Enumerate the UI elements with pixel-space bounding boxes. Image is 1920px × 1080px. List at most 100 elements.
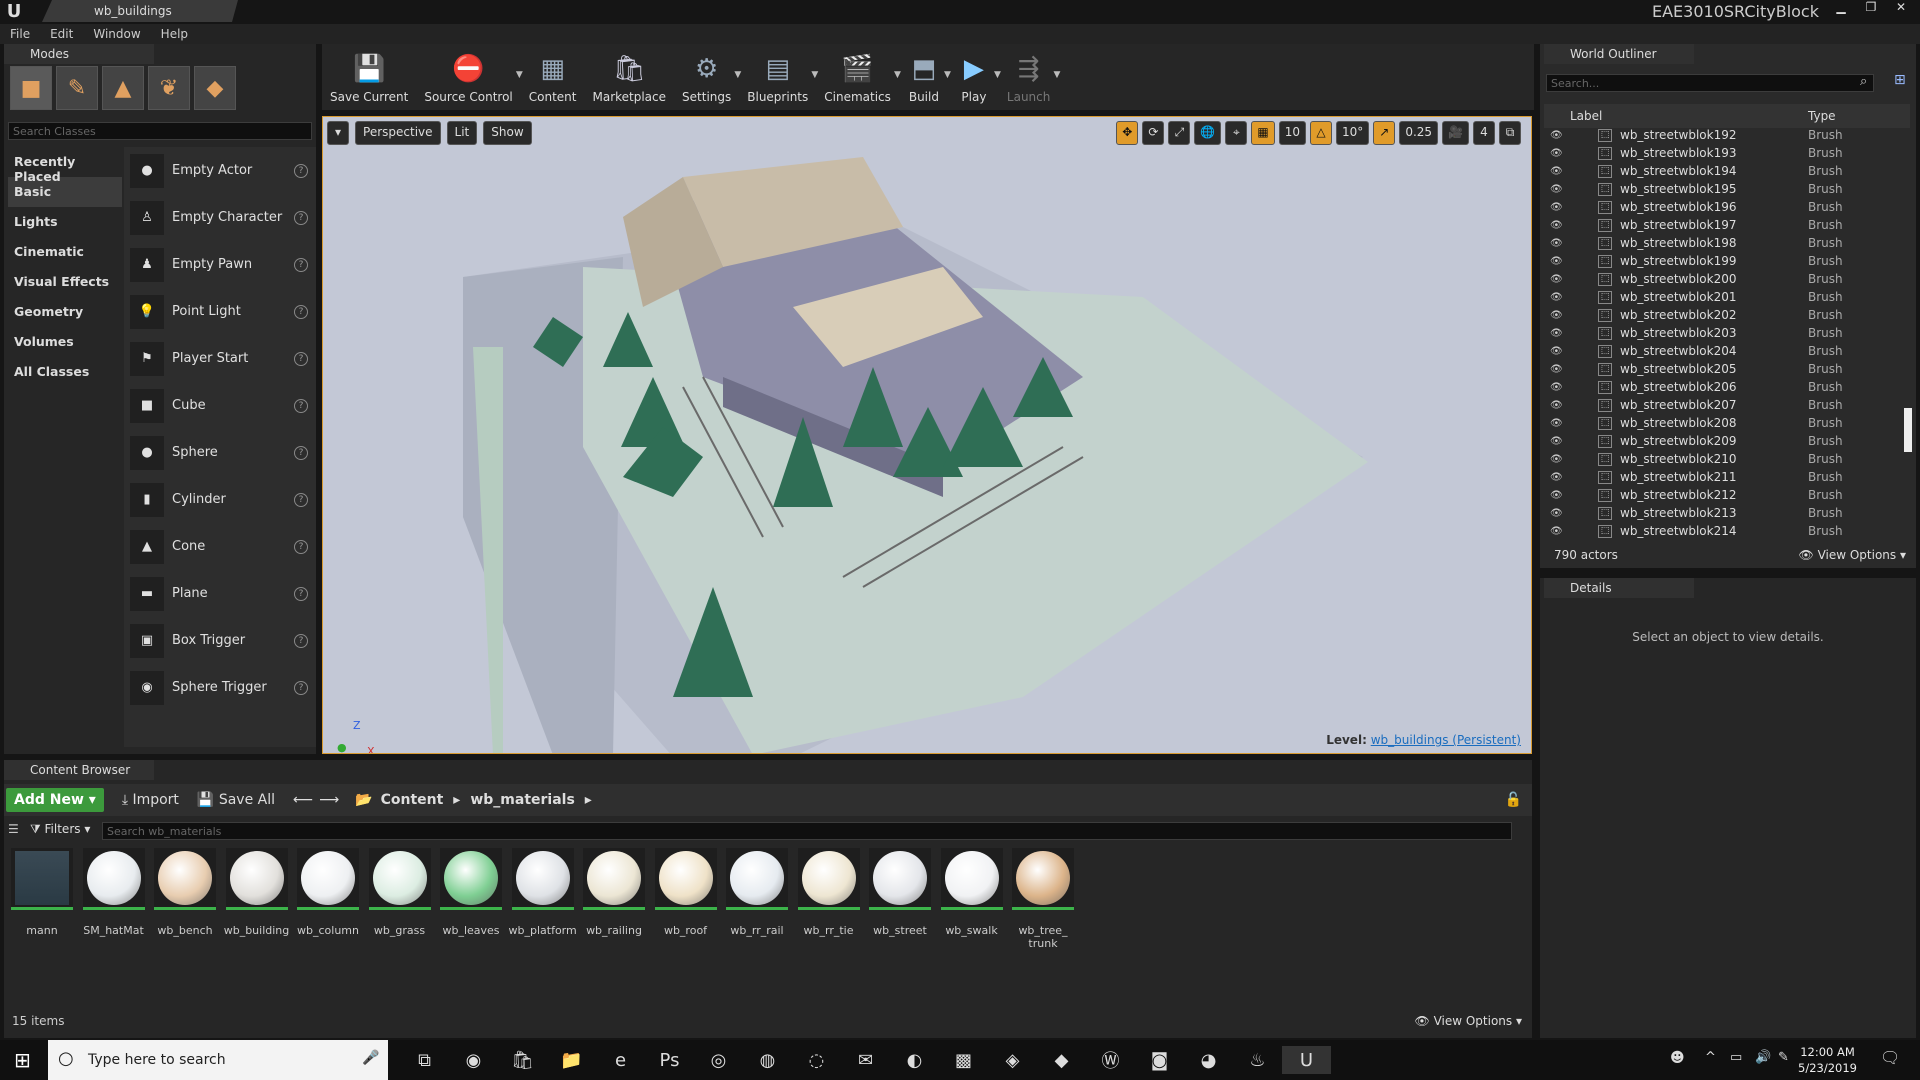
app-icon[interactable]: ◆ — [1037, 1046, 1086, 1074]
visibility-eye-icon[interactable]: 👁 — [1550, 400, 1564, 411]
cinematics-button[interactable]: 🎬 Cinematics ▼ — [816, 44, 901, 110]
scale-snap-icon[interactable]: ↗ — [1373, 121, 1396, 145]
app-icon[interactable]: ◌ — [792, 1046, 841, 1074]
back-icon[interactable]: ⟵ — [293, 792, 313, 808]
app-icon[interactable]: ◙ — [1135, 1046, 1184, 1074]
visibility-eye-icon[interactable]: 👁 — [1550, 130, 1564, 141]
menu-help[interactable]: Help — [161, 24, 188, 44]
pen-icon[interactable]: ✎ — [1778, 1050, 1789, 1065]
category-lights[interactable]: Lights — [8, 207, 122, 237]
asset-tile[interactable]: mann — [8, 848, 76, 937]
visibility-eye-icon[interactable]: 👁 — [1550, 436, 1564, 447]
visibility-eye-icon[interactable]: 👁 — [1550, 346, 1564, 357]
asset-search-input[interactable]: Search wb_materials — [102, 822, 1512, 840]
settings-button[interactable]: ⚙ Settings ▼ — [674, 44, 741, 110]
actor-item[interactable]: ● Empty Actor? — [124, 147, 316, 194]
help-icon[interactable]: ? — [294, 257, 308, 272]
outliner-row[interactable]: 👁 ⬚ wb_streetwblok193 Brush — [1540, 144, 1910, 162]
details-tab[interactable]: Details — [1544, 578, 1694, 598]
tray-chevron-icon[interactable]: ^ — [1705, 1050, 1716, 1065]
obs-icon[interactable]: ◎ — [694, 1046, 743, 1074]
visibility-eye-icon[interactable]: 👁 — [1550, 382, 1564, 393]
play-button[interactable]: ▶ Play ▼ — [949, 44, 1001, 110]
outliner-row[interactable]: 👁 ⬚ wb_streetwblok199 Brush — [1540, 252, 1910, 270]
help-icon[interactable]: ? — [294, 539, 308, 554]
rotate-mode-icon[interactable]: ⟳ — [1142, 121, 1165, 145]
outliner-row[interactable]: 👁 ⬚ wb_streetwblok203 Brush — [1540, 324, 1910, 342]
outliner-row[interactable]: 👁 ⬚ wb_streetwblok211 Brush — [1540, 468, 1910, 486]
asset-tile[interactable]: SM_hatMat — [80, 848, 148, 937]
geometry-mode-icon[interactable]: ◆ — [194, 66, 236, 110]
actor-item[interactable]: 💡 Point Light? — [124, 288, 316, 335]
sources-toggle-icon[interactable]: ☰ — [8, 822, 19, 836]
people-icon[interactable]: ☻ — [1670, 1050, 1685, 1066]
outliner-row[interactable]: 👁 ⬚ wb_streetwblok195 Brush — [1540, 180, 1910, 198]
asset-tile[interactable]: wb_grass — [366, 848, 434, 937]
asset-tile[interactable]: wb_building — [223, 848, 291, 937]
outliner-row[interactable]: 👁 ⬚ wb_streetwblok194 Brush — [1540, 162, 1910, 180]
category-visual-effects[interactable]: Visual Effects — [8, 267, 122, 297]
actor-item[interactable]: ◉ Sphere Trigger? — [124, 664, 316, 711]
breadcrumb-chevron-icon[interactable]: ▸ — [585, 792, 592, 808]
category-cinematic[interactable]: Cinematic — [8, 237, 122, 267]
taskbar-search-input[interactable]: Type here to search — [48, 1040, 388, 1080]
save-current-button[interactable]: 💾 Save Current — [322, 44, 416, 110]
visibility-eye-icon[interactable]: 👁 — [1550, 418, 1564, 429]
marketplace-button[interactable]: 🛍 Marketplace — [584, 44, 674, 110]
asset-tile[interactable]: wb_rr_rail — [723, 848, 791, 937]
actor-item[interactable]: ♙ Empty Character? — [124, 194, 316, 241]
save-all-button[interactable]: 💾 Save All — [197, 792, 275, 808]
app-icon[interactable]: ◐ — [890, 1046, 939, 1074]
camera-speed-value[interactable]: 4 — [1473, 121, 1495, 145]
outliner-row[interactable]: 👁 ⬚ wb_streetwblok196 Brush — [1540, 198, 1910, 216]
visibility-eye-icon[interactable]: 👁 — [1550, 256, 1564, 267]
store-icon[interactable]: 🛍 — [498, 1046, 547, 1074]
import-button[interactable]: ⤓ Import — [122, 792, 179, 808]
level-link[interactable]: wb_buildings (Persistent) — [1371, 733, 1521, 747]
visibility-eye-icon[interactable]: 👁 — [1550, 490, 1564, 501]
help-icon[interactable]: ? — [294, 163, 308, 178]
outliner-row[interactable]: 👁 ⬚ wb_streetwblok208 Brush — [1540, 414, 1910, 432]
perspective-button[interactable]: Perspective — [355, 121, 441, 145]
help-icon[interactable]: ? — [294, 680, 308, 695]
add-folder-icon[interactable]: ⊞ — [1894, 72, 1906, 88]
actor-item[interactable]: ▣ Box Trigger? — [124, 617, 316, 664]
asset-tile[interactable]: wb_rr_tie — [795, 848, 863, 937]
source-control-button[interactable]: ⛔ Source Control ▼ — [416, 44, 522, 110]
outliner-row[interactable]: 👁 ⬚ wb_streetwblok209 Brush — [1540, 432, 1910, 450]
content-button[interactable]: ▦ Content — [521, 44, 585, 110]
network-icon[interactable]: ▭ — [1730, 1050, 1742, 1065]
minecraft-icon[interactable]: ▩ — [939, 1046, 988, 1074]
help-icon[interactable]: ? — [294, 492, 308, 507]
actor-item[interactable]: ● Sphere? — [124, 429, 316, 476]
photoshop-icon[interactable]: Ps — [645, 1046, 694, 1074]
notifications-icon[interactable]: 🗨 — [1880, 1048, 1900, 1067]
surface-snap-icon[interactable]: ⌖ — [1225, 121, 1248, 145]
help-icon[interactable]: ? — [294, 351, 308, 366]
close-icon[interactable]: ✕ — [1886, 0, 1916, 16]
visibility-eye-icon[interactable]: 👁 — [1550, 274, 1564, 285]
microphone-icon[interactable]: 🎤 — [362, 1050, 379, 1066]
launch-button[interactable]: ⇶ Launch ▼ — [999, 44, 1060, 110]
outliner-scrollbar[interactable] — [1904, 408, 1912, 452]
outliner-row[interactable]: 👁 ⬚ wb_streetwblok214 Brush — [1540, 522, 1910, 538]
actor-item[interactable]: ▮ Cylinder? — [124, 476, 316, 523]
windows-start-icon[interactable]: ⊞ — [14, 1048, 31, 1072]
asset-tile[interactable]: wb_tree_ trunk — [1009, 848, 1077, 950]
help-icon[interactable]: ? — [294, 445, 308, 460]
chrome-icon[interactable]: ◉ — [449, 1046, 498, 1074]
steam-icon[interactable]: ♨ — [1233, 1046, 1282, 1074]
outliner-row[interactable]: 👁 ⬚ wb_streetwblok210 Brush — [1540, 450, 1910, 468]
visibility-eye-icon[interactable]: 👁 — [1550, 310, 1564, 321]
visibility-eye-icon[interactable]: 👁 — [1550, 202, 1564, 213]
actor-item[interactable]: ⚑ Player Start? — [124, 335, 316, 382]
world-local-icon[interactable]: 🌐 — [1194, 121, 1222, 145]
app-icon[interactable]: Ⓦ — [1086, 1046, 1135, 1074]
label-column-header[interactable]: Label — [1570, 109, 1602, 123]
modes-tab[interactable]: Modes — [4, 44, 154, 64]
maximize-icon[interactable]: ❐ — [1856, 0, 1886, 16]
type-column-header[interactable]: Type — [1808, 109, 1836, 123]
visibility-eye-icon[interactable]: 👁 — [1550, 292, 1564, 303]
translate-mode-icon[interactable]: ✥ — [1116, 121, 1139, 145]
outliner-row[interactable]: 👁 ⬚ wb_streetwblok206 Brush — [1540, 378, 1910, 396]
